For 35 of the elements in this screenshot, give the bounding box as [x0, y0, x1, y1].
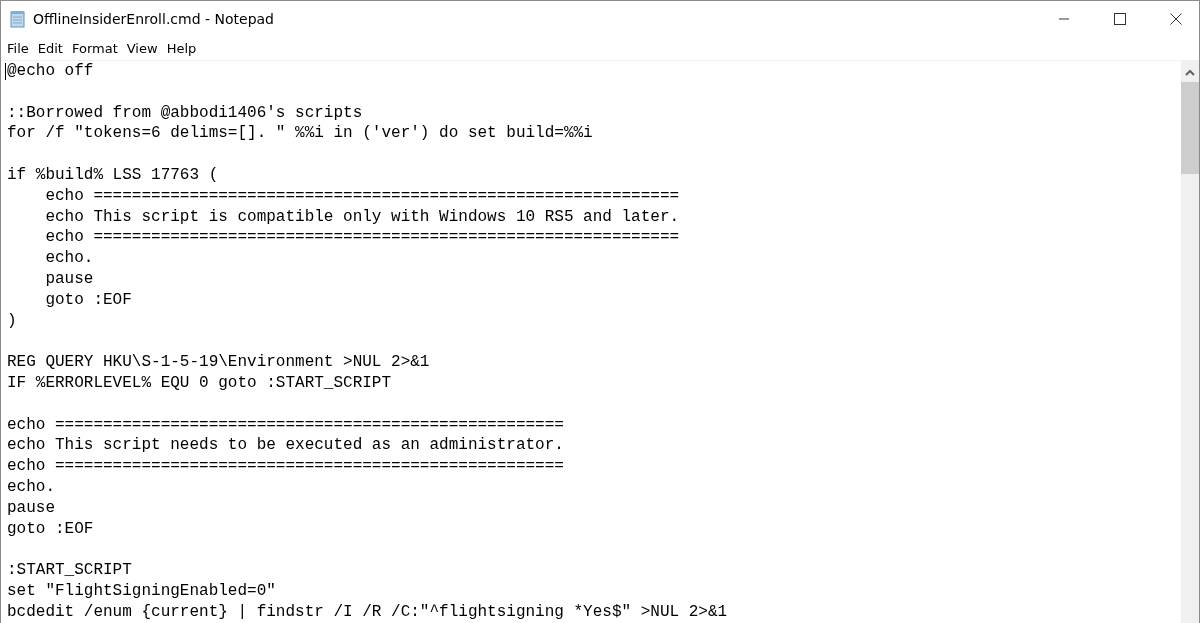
code-line: echo =============================================================: [44, 185, 680, 207]
code-line: pause: [44, 268, 94, 290]
code-line: goto :EOF: [44, 289, 132, 311]
menu-item[interactable]: Format: [71, 41, 118, 56]
code-line: ): [7, 310, 17, 332]
code-line: echo This script needs to be executed as an administrator.: [7, 435, 564, 457]
code-line: echo =====================================================: [7, 456, 564, 477]
menu-item[interactable]: View: [126, 41, 158, 56]
menu-item[interactable]: Edit: [37, 41, 63, 56]
scroll-up-icon[interactable]: [1185, 69, 1195, 76]
menu-item[interactable]: File: [7, 41, 29, 56]
code-line: echo This script is compatible only with Windows 10 RS5 and later.: [44, 206, 680, 228]
code-line: echo =============================================================: [44, 227, 680, 249]
code-line: echo.: [44, 248, 94, 269]
close-icon: [1170, 13, 1182, 25]
code-line: set "FlightSigningEnabled=0": [7, 580, 276, 602]
code-line: for /f "tokens=6 delims=[]. " %%i in ('ver') do set build=%%i: [7, 123, 593, 145]
code-line: REG QUERY HKU\S-1-5-19\Environment >NUL 2>&1: [7, 352, 430, 373]
text-cursor: [5, 63, 6, 80]
scrollbar-thumb[interactable]: [1181, 82, 1199, 174]
code-line: bcdedit /enum {current} | findstr /I /R /C:"^flightsigning *Yes$" >NUL 2>&1: [7, 601, 728, 623]
notepad-icon: [10, 10, 26, 28]
code-line: @echo off: [7, 61, 94, 82]
code-line: pause: [7, 497, 55, 519]
code-line: :START_SCRIPT: [7, 560, 132, 581]
menu-item[interactable]: Help: [166, 41, 197, 56]
code-line: goto :EOF: [7, 518, 94, 540]
vertical-scrollbar[interactable]: [1181, 61, 1199, 623]
maximize-icon: [1114, 13, 1126, 25]
code-line: IF %ERRORLEVEL% EQU 0 goto :START_SCRIPT: [7, 372, 392, 394]
code-line: echo.: [7, 476, 55, 498]
code-line: echo =====================================================: [7, 414, 564, 436]
window-title: OfflineInsiderEnroll.cmd - Notepad: [33, 11, 274, 27]
code-line: ::Borrowed from @abbodi1406's scripts: [7, 102, 363, 124]
code-line: if %build% LSS 17763 (: [7, 165, 219, 186]
